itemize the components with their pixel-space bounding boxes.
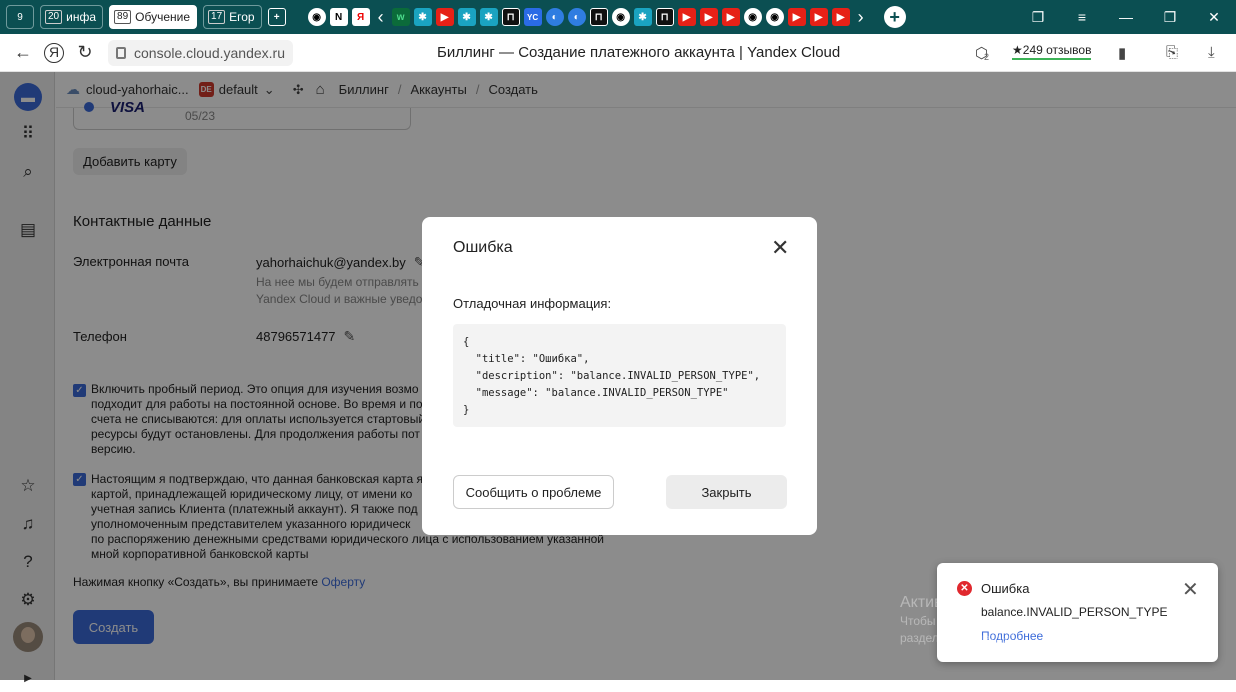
youtube-icon[interactable]: ▶ (435, 8, 454, 26)
reviews-text: 249 отзывов (1022, 43, 1092, 57)
tab-group-learning[interactable]: 89 Обучение (109, 5, 198, 29)
tab-group-count: 20 (45, 10, 63, 24)
tab-group-label: Обучение (135, 10, 191, 24)
page-title: Биллинг — Создание платежного аккаунта |… (437, 44, 841, 61)
star-icon: ★ (1012, 43, 1023, 57)
close-button[interactable]: Закрыть (666, 475, 787, 509)
youtube-icon[interactable]: ▶ (677, 8, 696, 26)
notion-icon[interactable]: ⊓ (589, 8, 608, 26)
close-icon[interactable]: ✕ (771, 235, 789, 261)
github-icon[interactable]: ◉ (611, 8, 630, 26)
home-tab-count: 9 (17, 11, 23, 23)
reader-icon[interactable]: ⎘ (1166, 44, 1178, 61)
toast-title: Ошибка (981, 581, 1030, 596)
back-arrow-icon[interactable]: ← (8, 42, 38, 63)
tab-group-egor[interactable]: 17 Егор (203, 5, 262, 29)
github-icon[interactable]: ◉ (307, 8, 326, 26)
youtube-icon[interactable]: ▶ (787, 8, 806, 26)
bookmark-icon[interactable]: ▮ (1118, 44, 1126, 62)
telegram-icon[interactable]: ✱ (413, 8, 432, 26)
tab-group-count: 17 (208, 10, 226, 24)
github-icon[interactable]: ◉ (743, 8, 762, 26)
close-window-icon[interactable]: ✕ (1192, 9, 1236, 26)
tab-group-info[interactable]: 20 инфа (40, 5, 104, 29)
new-group-icon[interactable]: + (267, 8, 286, 26)
lock-icon (116, 46, 126, 59)
telegram-icon[interactable]: ✱ (479, 8, 498, 26)
toast-details-link[interactable]: Подробнее (981, 629, 1043, 643)
close-icon[interactable]: ✕ (1182, 577, 1199, 602)
collections-icon[interactable]: ❐ (1016, 9, 1060, 26)
restore-icon[interactable]: ❐ (1148, 9, 1192, 26)
url-field[interactable]: console.cloud.yandex.ru (108, 39, 293, 66)
telegram-icon[interactable]: ✱ (457, 8, 476, 26)
browser-icon[interactable]: ◐ (545, 8, 564, 26)
debug-info-label: Отладочная информация: (453, 296, 612, 311)
modal-backdrop[interactable] (56, 72, 1236, 108)
minimize-icon[interactable]: — (1104, 9, 1148, 25)
address-bar: ← Я ↻ console.cloud.yandex.ru Биллинг — … (0, 34, 1236, 72)
toast-description: balance.INVALID_PERSON_TYPE (981, 605, 1168, 619)
error-toast: ✕ Ошибка balance.INVALID_PERSON_TYPE Под… (937, 563, 1218, 662)
browser-icon[interactable]: ◐ (567, 8, 586, 26)
youtube-icon[interactable]: ▶ (809, 8, 828, 26)
home-tabs-button[interactable]: 9 (6, 5, 34, 29)
notion-icon[interactable]: N (329, 8, 348, 26)
youtube-icon[interactable]: ▶ (721, 8, 740, 26)
notion-icon[interactable]: ⊓ (501, 8, 520, 26)
yandex-cloud-icon[interactable]: YC (523, 8, 542, 26)
error-icon: ✕ (957, 581, 972, 596)
tab-group-count: 89 (114, 10, 132, 24)
new-tab-button[interactable]: + (883, 6, 906, 28)
download-icon[interactable]: ⤓ (1208, 44, 1215, 61)
youtube-icon[interactable]: ▶ (831, 8, 850, 26)
browser-tab-strip: 9 20 инфа 89 Обучение 17 Егор + ◉ N Я ‹ w ✱… (0, 0, 1236, 34)
menu-icon[interactable]: ≡ (1060, 9, 1104, 25)
yandex-icon[interactable]: Я (351, 8, 370, 26)
whatsapp-icon[interactable]: w (391, 8, 410, 26)
tab-group-label: инфа (66, 10, 97, 24)
tab-group-label: Егор (229, 10, 255, 24)
telegram-icon[interactable]: ✱ (633, 8, 652, 26)
reviews-badge[interactable]: ★249 отзывов (1012, 43, 1092, 60)
tabs-scroll-right-icon[interactable]: › (858, 7, 864, 28)
modal-backdrop[interactable] (0, 72, 56, 680)
tabs-scroll-left-icon[interactable]: ‹ (378, 7, 384, 28)
report-problem-button[interactable]: Сообщить о проблеме (453, 475, 614, 509)
extensions-count: 2 (984, 52, 990, 62)
notion-icon[interactable]: ⊓ (655, 8, 674, 26)
dialog-title: Ошибка (453, 239, 513, 256)
url-text: console.cloud.yandex.ru (134, 44, 285, 61)
debug-info-code: { "title": "Ошибка", "description": "bal… (453, 324, 786, 427)
error-dialog: Ошибка ✕ Отладочная информация: { "title… (422, 217, 817, 535)
github-icon[interactable]: ◉ (765, 8, 784, 26)
yandex-logo-icon[interactable]: Я (44, 42, 64, 63)
reload-icon[interactable]: ↻ (70, 42, 100, 63)
youtube-icon[interactable]: ▶ (699, 8, 718, 26)
